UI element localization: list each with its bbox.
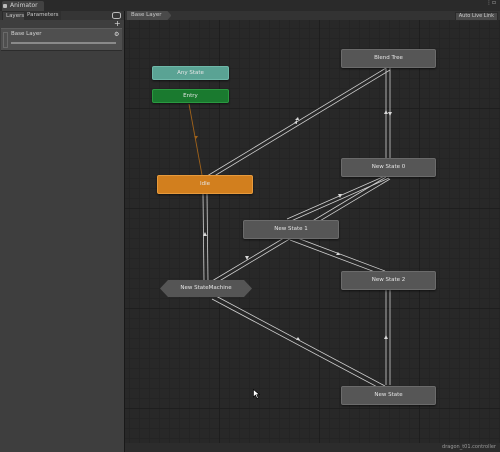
eye-icon[interactable] [112, 12, 121, 19]
state-new-state-2[interactable]: New State 2 [341, 271, 436, 290]
state-new-state[interactable]: New State [341, 386, 436, 405]
drag-handle-icon[interactable] [3, 32, 8, 48]
state-new-state-1[interactable]: New State 1 [243, 220, 339, 239]
window-tab-title: Animator [10, 2, 38, 9]
state-new-state-0[interactable]: New State 0 [341, 158, 436, 177]
sidebar-tabs: Layers Parameters [0, 11, 124, 20]
state-entry[interactable]: Entry [152, 89, 229, 103]
window-tab-bar: Animator ⋮ ▫ [0, 0, 500, 11]
window-maximize-icon[interactable]: ▫ [492, 0, 496, 6]
auto-live-link-button[interactable]: Auto Live Link [454, 12, 498, 21]
graph-toolbar: Base Layer Auto Live Link [125, 11, 500, 21]
gear-icon[interactable]: ⚙ [114, 31, 119, 38]
state-blend-tree[interactable]: Blend Tree [341, 49, 436, 68]
breadcrumb[interactable]: Base Layer [127, 11, 171, 20]
layer-name: Base Layer [11, 31, 42, 37]
state-machine-node[interactable]: New StateMachine [160, 280, 252, 297]
status-bar: dragon_t01.controller [125, 443, 500, 452]
state-idle[interactable]: Idle [157, 175, 253, 194]
cursor-icon [253, 389, 260, 399]
animator-window-tab[interactable]: Animator [2, 1, 44, 11]
add-layer-button[interactable]: + [114, 20, 121, 28]
layer-row-base-layer[interactable]: Base Layer ⚙ [1, 28, 122, 51]
tab-parameters[interactable]: Parameters [24, 11, 62, 20]
controller-name: dragon_t01.controller [442, 444, 496, 450]
layers-panel: Layers Parameters + Base Layer ⚙ [0, 11, 125, 452]
state-any-state[interactable]: Any State [152, 66, 229, 80]
layer-weight-bar [11, 42, 116, 44]
animator-icon [3, 4, 7, 8]
